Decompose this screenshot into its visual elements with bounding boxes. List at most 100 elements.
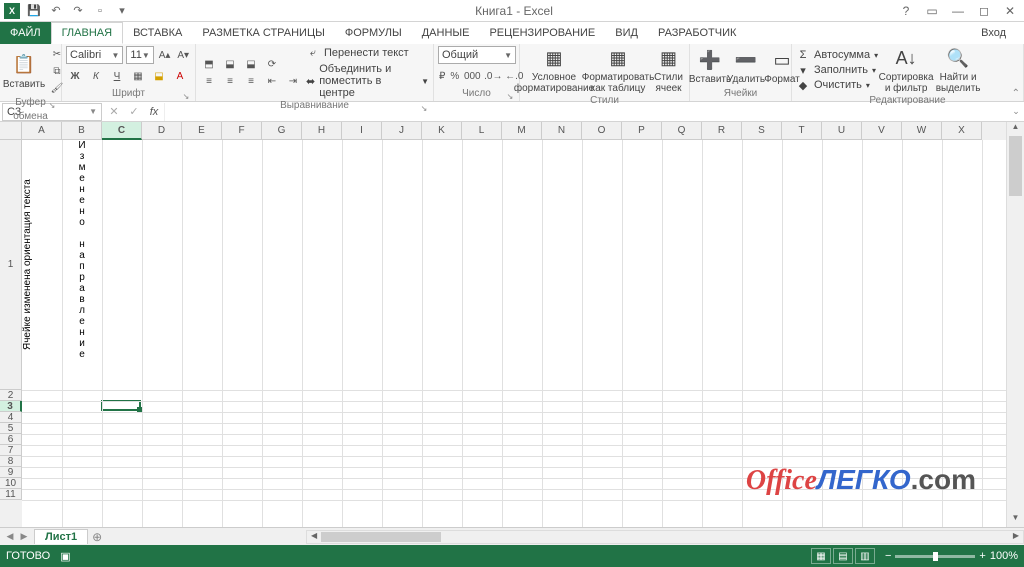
italic-button[interactable]: К — [87, 68, 105, 84]
help-icon[interactable]: ? — [898, 3, 914, 19]
page-layout-view-icon[interactable]: ▤ — [833, 548, 853, 564]
autosum-button[interactable]: ΣАвтосумма▾ — [796, 48, 878, 62]
underline-button[interactable]: Ч — [108, 68, 126, 84]
minimize-icon[interactable]: — — [950, 3, 966, 19]
merge-center-button[interactable]: ⬌Объединить и поместить в центре▼ — [306, 63, 429, 99]
zoom-in-icon[interactable]: + — [979, 550, 985, 562]
col-header-J[interactable]: J — [382, 122, 422, 140]
align-left-icon[interactable]: ≡ — [200, 73, 218, 89]
decrease-indent-icon[interactable]: ⇤ — [263, 73, 281, 89]
tab-developer[interactable]: РАЗРАБОТЧИК — [648, 22, 746, 44]
tab-review[interactable]: РЕЦЕНЗИРОВАНИЕ — [479, 22, 605, 44]
clear-button[interactable]: ◆Очистить▾ — [796, 78, 878, 92]
scroll-up-icon[interactable]: ▲ — [1007, 122, 1024, 136]
close-icon[interactable]: ✕ — [1002, 3, 1018, 19]
page-break-view-icon[interactable]: ▥ — [855, 548, 875, 564]
format-as-table-button[interactable]: ▦Форматировать как таблицу — [588, 46, 648, 94]
row-header-3[interactable]: 3 — [0, 401, 22, 412]
wrap-text-button[interactable]: ⤶Перенести текст — [306, 46, 429, 60]
col-header-V[interactable]: V — [862, 122, 902, 140]
orientation-icon[interactable]: ⟳ — [263, 56, 281, 72]
font-color-icon[interactable]: A — [171, 68, 189, 84]
cancel-formula-icon[interactable]: ✕ — [104, 105, 124, 118]
tab-insert[interactable]: ВСТАВКА — [123, 22, 192, 44]
row-header-4[interactable]: 4 — [0, 412, 22, 423]
align-right-icon[interactable]: ≡ — [242, 73, 260, 89]
bold-button[interactable]: Ж — [66, 68, 84, 84]
percent-icon[interactable]: % — [449, 68, 460, 84]
col-header-M[interactable]: M — [502, 122, 542, 140]
col-header-O[interactable]: O — [582, 122, 622, 140]
col-header-F[interactable]: F — [222, 122, 262, 140]
col-header-W[interactable]: W — [902, 122, 942, 140]
col-header-T[interactable]: T — [782, 122, 822, 140]
vscroll-thumb[interactable] — [1009, 136, 1022, 196]
cells-grid[interactable]: Ячейке изменена ориентация текста Измене… — [22, 140, 1006, 527]
qat-customize-icon[interactable]: ▾ — [114, 3, 130, 19]
save-icon[interactable]: 💾 — [26, 3, 42, 19]
tab-formulas[interactable]: ФОРМУЛЫ — [335, 22, 412, 44]
zoom-thumb[interactable] — [933, 552, 938, 561]
tab-view[interactable]: ВИД — [605, 22, 648, 44]
row-header-9[interactable]: 9 — [0, 467, 22, 478]
col-header-L[interactable]: L — [462, 122, 502, 140]
align-center-icon[interactable]: ≡ — [221, 73, 239, 89]
font-size-combo[interactable]: 11▼ — [126, 46, 153, 64]
maximize-icon[interactable]: ◻ — [976, 3, 992, 19]
col-header-D[interactable]: D — [142, 122, 182, 140]
col-header-B[interactable]: B — [62, 122, 102, 140]
sign-in-link[interactable]: Вход — [963, 22, 1024, 44]
align-middle-icon[interactable]: ⬓ — [221, 56, 239, 72]
find-select-button[interactable]: 🔍Найти и выделить — [934, 46, 982, 94]
currency-icon[interactable]: ₽ — [438, 68, 446, 84]
col-header-H[interactable]: H — [302, 122, 342, 140]
col-header-C[interactable]: C — [102, 122, 142, 140]
decrease-font-icon[interactable]: A▾ — [175, 47, 191, 63]
col-header-E[interactable]: E — [182, 122, 222, 140]
col-header-P[interactable]: P — [622, 122, 662, 140]
fill-button[interactable]: ▾Заполнить▾ — [796, 63, 878, 77]
sort-filter-button[interactable]: A↓Сортировка и фильтр — [882, 46, 930, 94]
col-header-R[interactable]: R — [702, 122, 742, 140]
row-header-8[interactable]: 8 — [0, 456, 22, 467]
new-sheet-icon[interactable]: ⊕ — [88, 530, 106, 544]
col-header-G[interactable]: G — [262, 122, 302, 140]
ribbon-options-icon[interactable]: ▭ — [924, 3, 940, 19]
tab-home[interactable]: ГЛАВНАЯ — [51, 22, 123, 44]
increase-decimal-icon[interactable]: .0→ — [484, 68, 502, 84]
row-header-10[interactable]: 10 — [0, 478, 22, 489]
conditional-formatting-button[interactable]: ▦Условное форматирование — [524, 46, 584, 94]
increase-font-icon[interactable]: A▴ — [157, 47, 173, 63]
delete-cells-button[interactable]: ➖Удалить — [730, 48, 762, 85]
insert-cells-button[interactable]: ➕Вставить — [694, 48, 726, 85]
row-header-2[interactable]: 2 — [0, 390, 22, 401]
col-header-S[interactable]: S — [742, 122, 782, 140]
collapse-ribbon-icon[interactable]: ⌃ — [1012, 88, 1020, 99]
horizontal-scrollbar[interactable]: ◀ ▶ — [306, 530, 1024, 544]
macro-record-icon[interactable]: ▣ — [60, 550, 70, 563]
row-header-1[interactable]: 1 — [0, 140, 22, 390]
comma-icon[interactable]: 000 — [463, 68, 481, 84]
cell-A1[interactable]: Ячейке изменена ориентация текста — [22, 140, 62, 390]
col-header-A[interactable]: A — [22, 122, 62, 140]
align-top-icon[interactable]: ⬒ — [200, 56, 218, 72]
row-header-5[interactable]: 5 — [0, 423, 22, 434]
undo-icon[interactable]: ↶ — [48, 3, 64, 19]
row-header-11[interactable]: 11 — [0, 489, 22, 500]
tab-file[interactable]: ФАЙЛ — [0, 22, 51, 44]
number-format-combo[interactable]: Общий▼ — [438, 46, 516, 64]
scroll-right-icon[interactable]: ▶ — [1009, 531, 1023, 543]
hscroll-thumb[interactable] — [321, 532, 441, 542]
zoom-slider[interactable] — [895, 555, 975, 558]
borders-icon[interactable]: ▦ — [129, 68, 147, 84]
select-all-button[interactable] — [0, 122, 22, 140]
col-header-N[interactable]: N — [542, 122, 582, 140]
enter-formula-icon[interactable]: ✓ — [124, 105, 144, 118]
scroll-down-icon[interactable]: ▼ — [1007, 513, 1024, 527]
fill-color-icon[interactable]: ⬓ — [150, 68, 168, 84]
clipboard-dialog-icon[interactable]: ↘ — [47, 99, 57, 109]
font-name-combo[interactable]: Calibri▼ — [66, 46, 123, 64]
col-header-U[interactable]: U — [822, 122, 862, 140]
qat-extra-icon[interactable]: ▫ — [92, 3, 108, 19]
vertical-scrollbar[interactable]: ▲ ▼ — [1006, 122, 1024, 527]
